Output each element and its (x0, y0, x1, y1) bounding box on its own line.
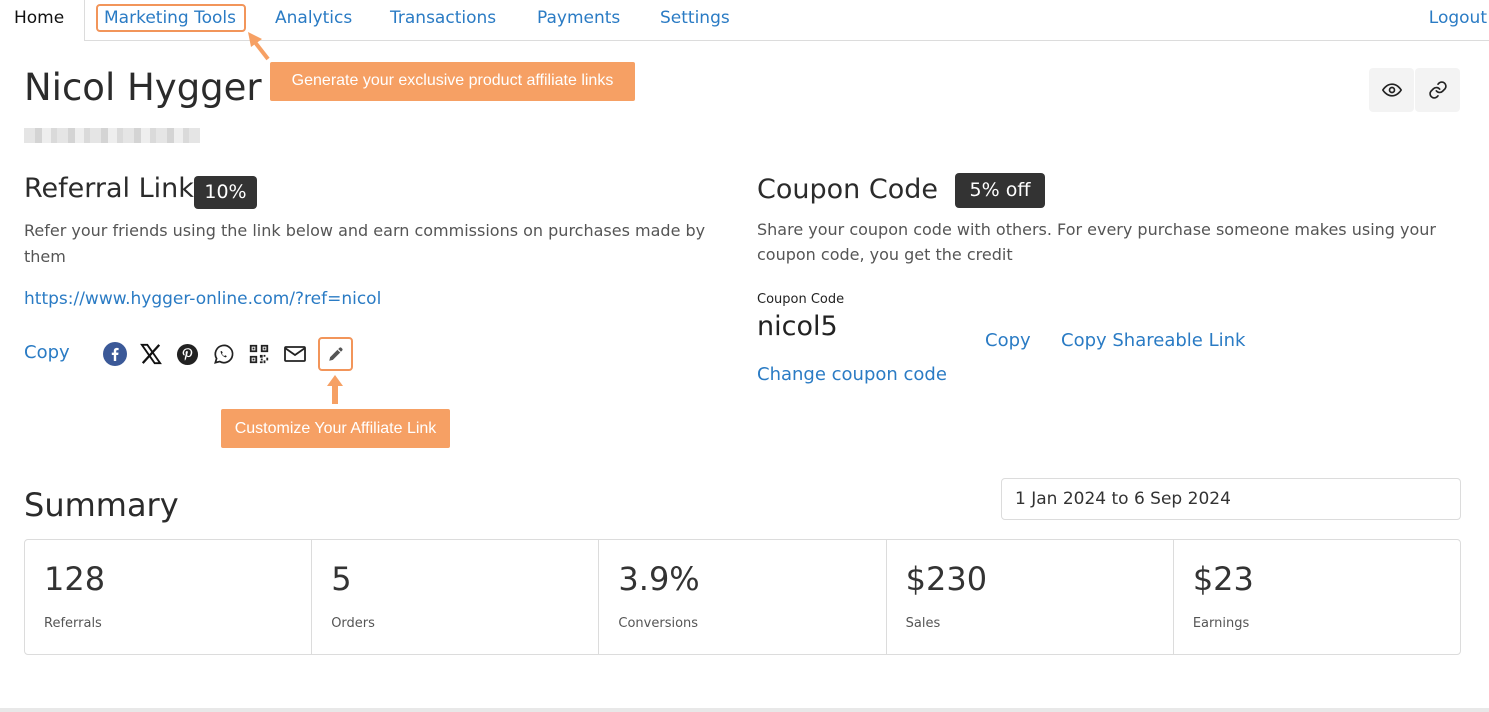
email-icon (284, 346, 306, 362)
top-nav: Home Marketing Tools Analytics Transacti… (0, 0, 1489, 41)
tab-analytics[interactable]: Analytics (275, 8, 352, 28)
customize-link-callout: Customize Your Affiliate Link (221, 409, 450, 448)
marketing-tools-callout-text: Generate your exclusive product affiliat… (291, 72, 614, 89)
stat-value: 5 (331, 560, 352, 598)
stat-referrals: 128 Referrals (25, 540, 313, 654)
stat-label: Sales (905, 616, 941, 631)
share-qr-button[interactable] (247, 342, 271, 366)
stat-value: $23 (1192, 560, 1254, 598)
date-range-value: 1 Jan 2024 to 6 Sep 2024 (1015, 489, 1231, 509)
whatsapp-icon (213, 344, 233, 364)
edit-affiliate-link-button[interactable] (318, 337, 353, 371)
referral-commission-badge: 10% (194, 176, 257, 209)
stat-earnings: $23 Earnings (1174, 540, 1460, 654)
stat-value: 3.9% (618, 560, 700, 598)
tab-marketing-tools[interactable]: Marketing Tools (96, 4, 246, 32)
stat-label: Earnings (1192, 616, 1250, 631)
tab-settings[interactable]: Settings (660, 8, 730, 28)
summary-stats: 128 Referrals 5 Orders 3.9% Conversions … (24, 539, 1461, 655)
share-x-button[interactable] (139, 342, 163, 366)
preview-button[interactable] (1369, 68, 1414, 112)
referral-url[interactable]: https://www.hygger-online.com/?ref=nicol (24, 289, 381, 309)
stat-label: Referrals (44, 616, 102, 631)
summary-title: Summary (24, 486, 179, 524)
tab-payments[interactable]: Payments (537, 8, 620, 28)
date-range-picker[interactable]: 1 Jan 2024 to 6 Sep 2024 (1001, 478, 1461, 520)
copy-shareable-link-button[interactable]: Copy Shareable Link (1061, 330, 1245, 351)
stat-conversions: 3.9% Conversions (599, 540, 887, 654)
facebook-icon (103, 342, 127, 366)
customize-link-callout-text: Customize Your Affiliate Link (234, 420, 437, 437)
marketing-tools-callout: Generate your exclusive product affiliat… (270, 62, 635, 101)
callout-arrow-up-icon (327, 375, 343, 404)
eye-icon (1381, 83, 1402, 97)
qr-code-icon (249, 344, 269, 364)
page-bottom-divider (0, 708, 1489, 712)
coupon-discount-badge: 5% off (955, 173, 1045, 208)
coupon-code-value: nicol5 (757, 311, 838, 342)
coupon-description: Share your coupon code with others. For … (757, 220, 1437, 264)
stat-label: Conversions (618, 616, 699, 631)
share-email-button[interactable] (283, 342, 307, 366)
referral-link-title: Referral Link (24, 173, 194, 204)
coupon-copy-button[interactable]: Copy (985, 330, 1031, 351)
stat-label: Orders (331, 616, 375, 631)
tab-home-label: Home (14, 8, 65, 28)
change-coupon-code-link[interactable]: Change coupon code (757, 364, 947, 385)
callout-arrow-icon (248, 32, 270, 61)
stat-sales: $230 Sales (887, 540, 1174, 654)
coupon-code-title: Coupon Code (757, 174, 938, 205)
referral-copy-button[interactable]: Copy (24, 342, 70, 363)
x-icon (140, 343, 162, 365)
logout-link[interactable]: Logout (1429, 8, 1487, 28)
blurred-email (24, 128, 200, 143)
coupon-code-label: Coupon Code (757, 292, 845, 307)
stat-orders: 5 Orders (312, 540, 600, 654)
copy-link-button[interactable] (1415, 68, 1460, 112)
page-title: Nicol Hygger (24, 66, 262, 109)
share-pinterest-button[interactable] (175, 342, 199, 366)
tab-home[interactable]: Home (0, 0, 85, 41)
share-whatsapp-button[interactable] (211, 342, 235, 366)
stat-value: $230 (905, 560, 988, 598)
tab-marketing-tools-label: Marketing Tools (104, 8, 237, 28)
edit-icon (328, 347, 343, 361)
tab-transactions[interactable]: Transactions (390, 8, 496, 28)
referral-description: Refer your friends using the link below … (24, 221, 706, 266)
pinterest-icon (176, 343, 198, 365)
link-icon (1428, 81, 1447, 99)
stat-value: 128 (44, 560, 106, 598)
share-facebook-button[interactable] (103, 342, 127, 366)
